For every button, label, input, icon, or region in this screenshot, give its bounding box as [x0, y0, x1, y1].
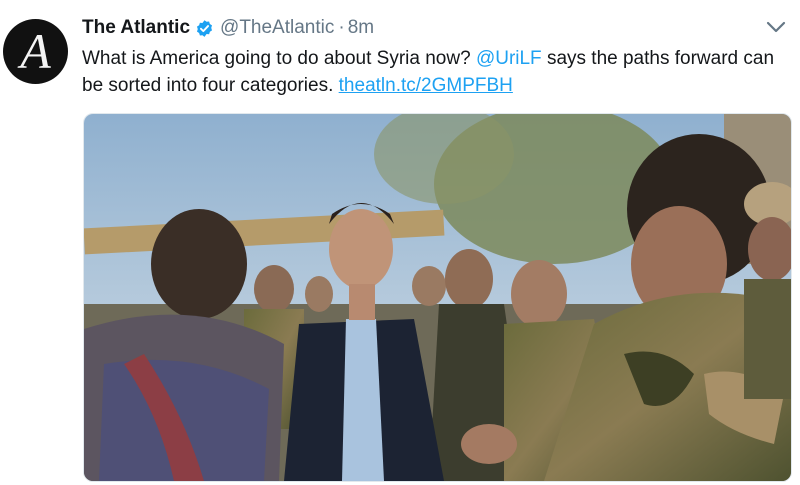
- author-name[interactable]: The Atlantic: [82, 17, 190, 39]
- tweet-card[interactable]: A The Atlantic @TheAtlantic · 8m What is…: [0, 0, 800, 485]
- author-handle[interactable]: @TheAtlantic: [220, 17, 334, 39]
- header-separator: ·: [338, 17, 345, 38]
- tweet-timestamp[interactable]: 8m: [348, 17, 374, 39]
- author-avatar[interactable]: A: [3, 19, 68, 84]
- verified-badge-icon: [197, 19, 213, 37]
- tweet-text-part1: What is America going to do about Syria …: [82, 48, 476, 69]
- tweet-photo[interactable]: [83, 113, 792, 482]
- mention-link[interactable]: @UriLF: [476, 48, 542, 69]
- chevron-down-icon[interactable]: [766, 19, 786, 35]
- avatar-logo-letter: A: [20, 22, 51, 79]
- article-link[interactable]: theatln.tc/2GMPFBH: [339, 75, 513, 96]
- photo-scene: [84, 114, 791, 481]
- tweet-text: What is America going to do about Syria …: [82, 45, 794, 99]
- tweet-header: The Atlantic @TheAtlantic · 8m: [82, 15, 374, 41]
